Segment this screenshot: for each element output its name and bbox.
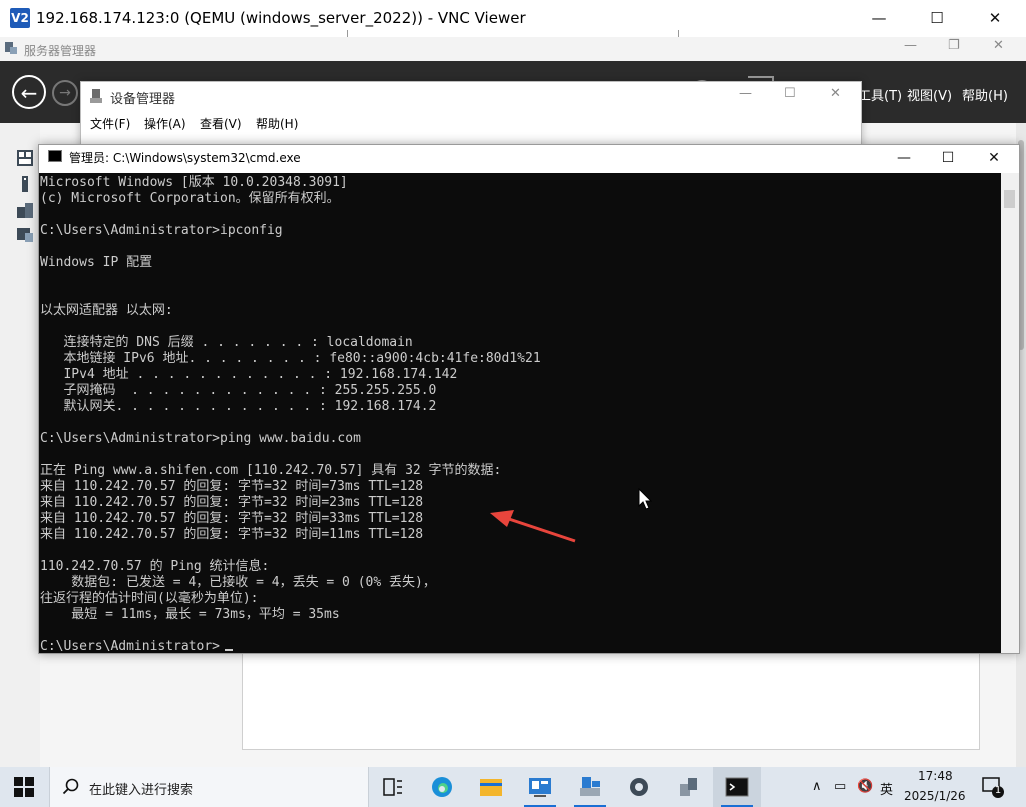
cmd-close-button[interactable]: ✕ — [974, 145, 1014, 171]
console-output[interactable]: Microsoft Windows [版本 10.0.20348.3091] (… — [39, 173, 1001, 653]
terminal-icon — [725, 777, 749, 797]
back-arrow-icon[interactable]: ← — [12, 75, 46, 109]
console-line: 默认网关. . . . . . . . . . . . . : 192.168.… — [40, 399, 437, 414]
vnc-window-title: 192.168.174.123:0 (QEMU (windows_server_… — [36, 9, 526, 27]
dm-menu-view[interactable]: 查看(V) — [200, 115, 242, 132]
notification-badge: 1 — [994, 785, 1002, 796]
gear-icon — [630, 778, 648, 796]
cmd-window-title: 管理员: C:\Windows\system32\cmd.exe — [69, 151, 301, 165]
local-server-icon[interactable] — [16, 175, 34, 193]
cmd-taskbar-button[interactable] — [713, 767, 761, 807]
vnc-minimize-button[interactable]: — — [850, 0, 908, 37]
search-placeholder: 在此键入进行搜索 — [89, 783, 194, 798]
tray-volume-muted-icon[interactable]: 🔇 — [857, 779, 873, 794]
tray-chevron-up-icon[interactable]: ∧ — [812, 779, 822, 794]
all-servers-icon[interactable] — [16, 201, 34, 219]
console-line: 正在 Ping www.a.shifen.com [110.242.70.57]… — [40, 463, 502, 478]
device-manager-taskbar-icon — [580, 777, 600, 796]
console-scrollbar[interactable] — [1001, 173, 1019, 653]
console-scroll-thumb[interactable] — [1004, 190, 1015, 208]
cmd-icon — [48, 150, 62, 162]
console-line: 来自 110.242.70.57 的回复: 字节=32 时间=23ms TTL=… — [40, 495, 424, 510]
dm-close-button[interactable]: ✕ — [830, 86, 841, 101]
server-manager-title-bar — [0, 37, 1026, 61]
server-manager-taskbar-button[interactable] — [516, 767, 564, 807]
forward-arrow-icon[interactable]: → — [52, 80, 78, 106]
vnc-close-button[interactable]: ✕ — [966, 0, 1024, 37]
clock-time[interactable]: 17:48 — [918, 769, 953, 783]
console-line: IPv4 地址 . . . . . . . . . . . . : 192.16… — [40, 367, 458, 382]
console-line: (c) Microsoft Corporation。保留所有权利。 — [40, 191, 340, 206]
server-manager-panel — [242, 652, 980, 750]
menu-tools[interactable]: 工具(T) — [858, 85, 902, 104]
search-icon — [62, 778, 79, 795]
server-manager-icon — [5, 42, 17, 54]
console-line: 最短 = 11ms，最长 = 73ms，平均 = 35ms — [40, 607, 340, 622]
dashboard-icon[interactable] — [16, 149, 34, 167]
edge-button[interactable] — [418, 767, 466, 807]
server-manager-nav — [0, 123, 40, 767]
console-line: Windows IP 配置 — [40, 255, 153, 270]
server-manager-taskbar-icon — [529, 778, 551, 797]
tray-display-icon[interactable]: ▭ — [834, 779, 846, 794]
console-line: 以太网适配器 以太网: — [40, 303, 173, 318]
ime-indicator[interactable]: 英 — [880, 779, 893, 798]
task-view-icon — [383, 778, 402, 796]
console-line: Microsoft Windows [版本 10.0.20348.3091] — [40, 175, 348, 190]
console-line: 连接特定的 DNS 后缀 . . . . . . . : localdomain — [40, 335, 413, 350]
file-storage-icon[interactable] — [16, 225, 34, 243]
server-manager-minimize-button[interactable]: — — [904, 38, 917, 53]
console-line: 往返行程的估计时间(以毫秒为单位): — [40, 591, 259, 606]
server-manager-title: 服务器管理器 — [24, 44, 97, 58]
console-line: 数据包: 已发送 = 4，已接收 = 4，丢失 = 0 (0% 丢失)， — [40, 575, 436, 590]
dm-maximize-button[interactable]: ☐ — [784, 86, 796, 101]
dm-menu-help[interactable]: 帮助(H) — [256, 115, 298, 132]
settings-taskbar-button[interactable] — [615, 767, 663, 807]
device-manager-icon — [90, 89, 102, 103]
console-line: 来自 110.242.70.57 的回复: 字节=32 时间=11ms TTL=… — [40, 527, 424, 542]
network-server-icon — [680, 778, 697, 796]
menu-view[interactable]: 视图(V) — [907, 85, 952, 104]
file-explorer-button[interactable] — [467, 767, 515, 807]
console-line: 来自 110.242.70.57 的回复: 字节=32 时间=73ms TTL=… — [40, 479, 424, 494]
cmd-maximize-button[interactable]: ☐ — [928, 145, 968, 171]
edge-icon — [432, 777, 452, 797]
task-view-button[interactable] — [369, 767, 417, 807]
console-prompt[interactable]: C:\Users\Administrator> — [40, 639, 220, 653]
folder-icon — [480, 779, 502, 796]
console-line: 本地链接 IPv6 地址. . . . . . . . : fe80::a900… — [40, 351, 541, 366]
windows-start-icon[interactable] — [14, 777, 34, 797]
vnc-logo-icon: V2 — [10, 8, 30, 28]
console-line: C:\Users\Administrator>ipconfig — [40, 223, 283, 238]
vnc-maximize-button[interactable]: ☐ — [908, 0, 966, 37]
dm-menu-action[interactable]: 操作(A) — [144, 115, 186, 132]
server-manager-close-button[interactable]: ✕ — [993, 38, 1004, 53]
console-line: 子网掩码 . . . . . . . . . . . . : 255.255.2… — [40, 383, 437, 398]
cmd-minimize-button[interactable]: — — [884, 145, 924, 171]
network-taskbar-button[interactable] — [664, 767, 712, 807]
dm-menu-file[interactable]: 文件(F) — [90, 115, 130, 132]
device-manager-taskbar-button[interactable] — [566, 767, 614, 807]
server-manager-maximize-button[interactable]: ❐ — [948, 38, 960, 53]
menu-help[interactable]: 帮助(H) — [962, 85, 1008, 104]
console-line: 110.242.70.57 的 Ping 统计信息: — [40, 559, 270, 574]
dm-minimize-button[interactable]: — — [739, 86, 752, 101]
clock-date[interactable]: 2025/1/26 — [904, 789, 966, 803]
console-caret — [225, 649, 233, 651]
console-line: 来自 110.242.70.57 的回复: 字节=32 时间=33ms TTL=… — [40, 511, 424, 526]
device-manager-title: 设备管理器 — [110, 92, 176, 107]
console-line: C:\Users\Administrator>ping www.baidu.co… — [40, 431, 361, 446]
